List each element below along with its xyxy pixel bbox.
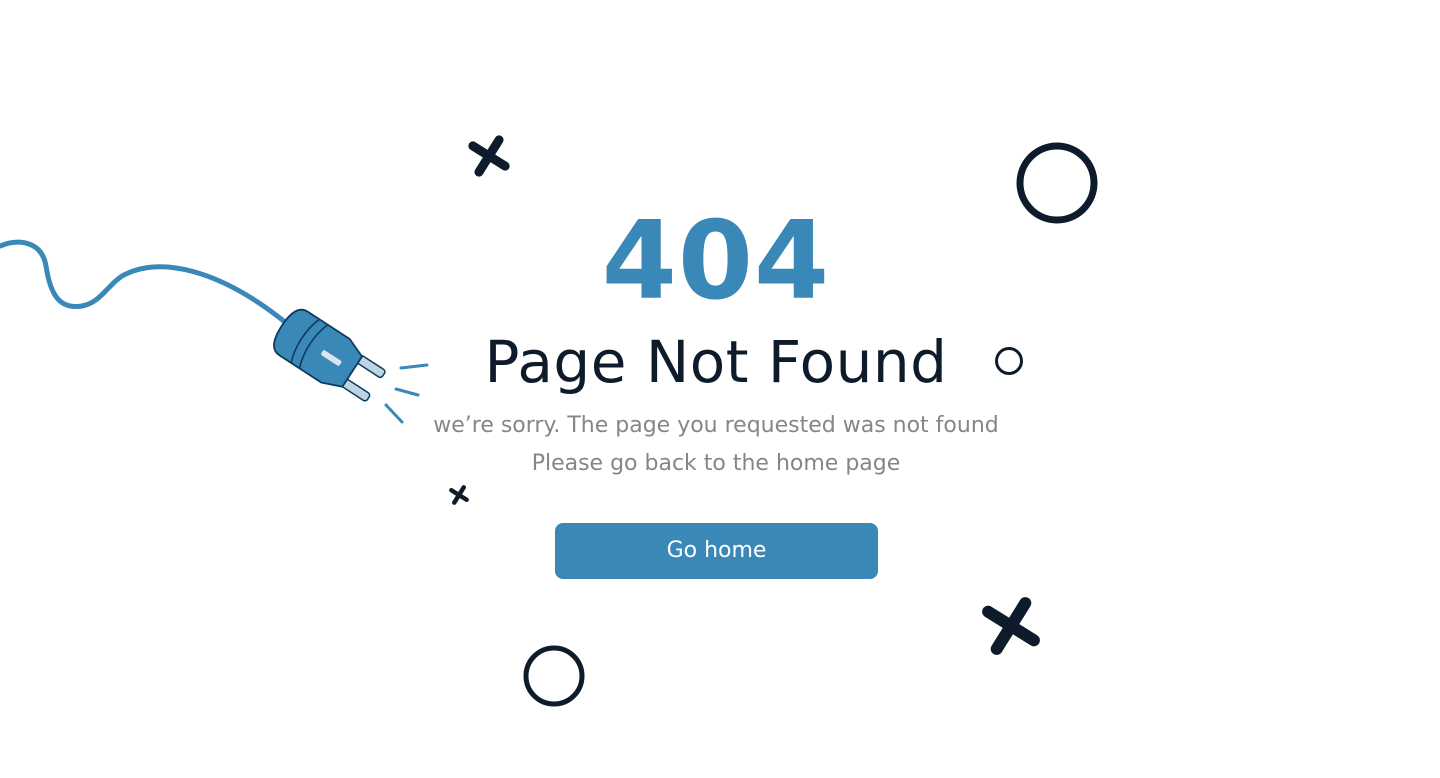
error-message: we’re sorry. The page you requested was … xyxy=(433,413,999,438)
ring-icon xyxy=(523,645,585,707)
page-title: Page Not Found xyxy=(484,328,948,396)
error-code: 404 xyxy=(601,199,831,324)
cross-icon xyxy=(449,485,469,505)
cross-icon xyxy=(468,135,510,177)
cross-icon xyxy=(982,597,1040,655)
go-home-button[interactable]: Go home xyxy=(555,523,878,579)
not-found-page: 404 Page Not Found we’re sorry. The page… xyxy=(0,0,1440,778)
home-hint: Please go back to the home page xyxy=(531,451,901,476)
